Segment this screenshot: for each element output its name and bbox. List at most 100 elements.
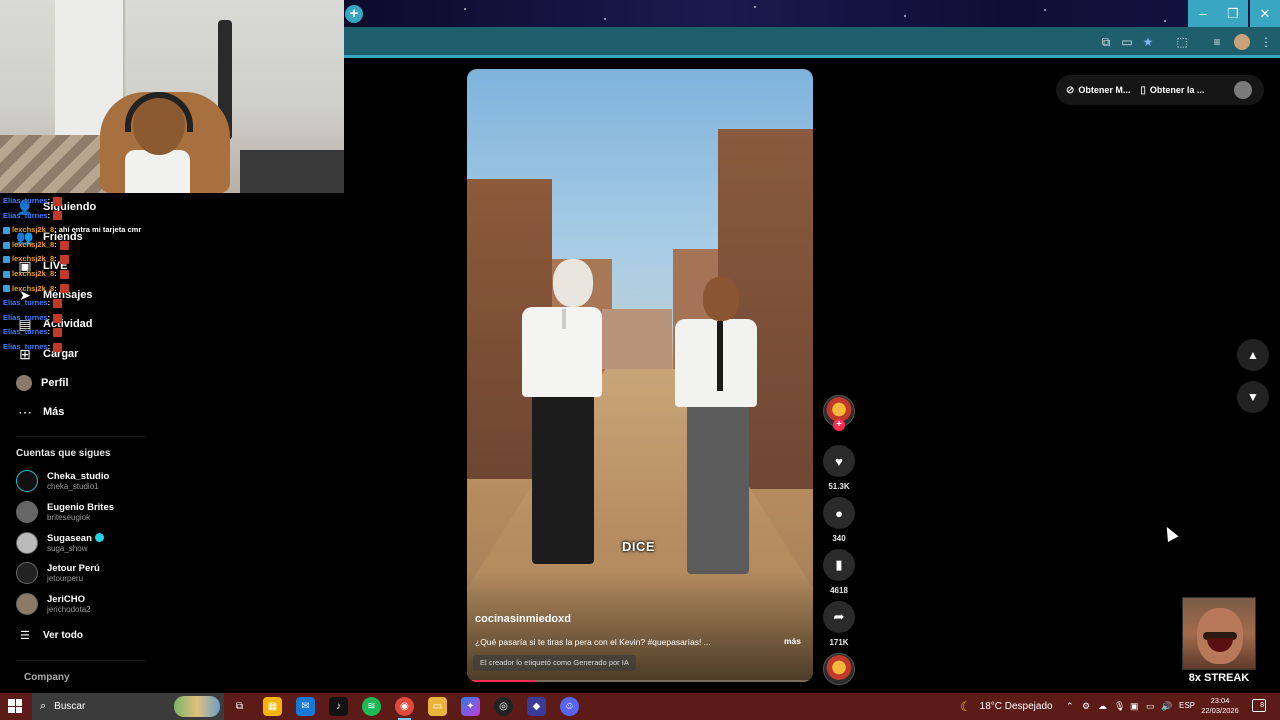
account-item[interactable]: Sugasean suga_show bbox=[16, 530, 104, 556]
get-desktop-app-button[interactable]: ⊘ Obtener M... bbox=[1066, 85, 1130, 96]
chat-message: Elias_turnes: bbox=[3, 209, 141, 224]
clock[interactable]: 23:04 22/03/2026 bbox=[1198, 696, 1242, 716]
bookmark-icon: ▮ bbox=[835, 557, 843, 572]
close-icon: ✕ bbox=[1259, 6, 1271, 21]
user-avatar[interactable] bbox=[1234, 81, 1252, 99]
profile-avatar bbox=[16, 375, 32, 391]
chevron-up-icon: ▲ bbox=[1247, 348, 1259, 362]
spotify-icon[interactable]: ≋ bbox=[362, 697, 381, 716]
network-icon[interactable]: ▭ bbox=[1146, 701, 1155, 712]
minimize-icon: – bbox=[1199, 6, 1207, 21]
account-item[interactable]: JeriCHO jerichodota2 bbox=[16, 591, 91, 617]
video-description: ¿Qué pasaría si te tiras la pera con el … bbox=[475, 637, 711, 647]
chat-message: Elias_turnes: bbox=[3, 311, 141, 326]
chevron-up-icon[interactable]: ⌃ bbox=[1066, 701, 1074, 712]
account-item[interactable]: Jetour Perú jetourperu bbox=[16, 560, 100, 586]
file-explorer-icon[interactable]: ▭ bbox=[428, 697, 447, 716]
divider bbox=[16, 436, 146, 437]
screen: + – ❐ ✕ ⧉ ▭ ★ ⬚ ≡ ⋮ 👤 Siguiendo 👥 Friend… bbox=[0, 0, 1280, 720]
chat-message: Elias_turnes: bbox=[3, 340, 141, 355]
app-icon[interactable]: ◆ bbox=[527, 697, 546, 716]
avatar bbox=[16, 593, 38, 615]
previous-video-button[interactable]: ▲ bbox=[1237, 339, 1269, 371]
profile-icon[interactable] bbox=[1234, 34, 1250, 50]
restore-button[interactable]: ❐ bbox=[1218, 0, 1248, 27]
video-progress-fill bbox=[467, 680, 537, 682]
microphone-icon[interactable]: 🎙 bbox=[1114, 701, 1125, 712]
phone-icon: ▯ bbox=[1140, 84, 1146, 96]
taskbar: ⌕ Buscar ⧉ ▦ ✉ ♪ ≋ ◉ ▭ ✦ ◎ ◆ ☺ ☾ 18°C De… bbox=[0, 693, 1280, 720]
chat-message: lexchsj2k_8: bbox=[3, 267, 141, 282]
chat-message: lexchsj2k_8: bbox=[3, 282, 141, 297]
tray-app-icon[interactable]: ⚙ bbox=[1082, 701, 1090, 712]
share-button[interactable]: ➦ bbox=[823, 601, 855, 633]
video-author[interactable]: cocinasinmiedoxd bbox=[475, 613, 571, 625]
chat-message: lexchsj2k_8: bbox=[3, 252, 141, 267]
chrome-icon[interactable]: ◉ bbox=[395, 697, 414, 720]
store-icon[interactable]: ▦ bbox=[263, 697, 282, 716]
get-mobile-app-button[interactable]: ▯ Obtener la ... bbox=[1140, 85, 1204, 96]
divider bbox=[16, 660, 146, 661]
start-button[interactable] bbox=[8, 699, 22, 713]
ai-generated-label: El creador lo etiquetó como Generado por… bbox=[473, 655, 636, 671]
following-accounts-title: Cuentas que sigues bbox=[16, 448, 111, 459]
chat-message: Elias_turnes: bbox=[3, 296, 141, 311]
tiktok-icon[interactable]: ♪ bbox=[329, 697, 348, 716]
volume-icon[interactable]: 🔊 bbox=[1161, 701, 1172, 712]
close-window-button[interactable]: ✕ bbox=[1250, 0, 1280, 27]
chevron-down-icon: ▼ bbox=[1247, 390, 1259, 404]
task-view-icon[interactable]: ⧉ bbox=[230, 697, 249, 716]
webcam-overlay bbox=[0, 0, 344, 193]
share-count: 171K bbox=[829, 638, 849, 647]
outlook-icon[interactable]: ✉ bbox=[296, 697, 315, 716]
translate-icon[interactable]: ⧉ bbox=[1098, 34, 1114, 50]
avatar bbox=[16, 501, 38, 523]
onedrive-icon[interactable]: ☁ bbox=[1098, 701, 1107, 712]
save-button[interactable]: ▮ bbox=[823, 549, 855, 581]
heart-icon: ♥ bbox=[835, 453, 843, 469]
discord-icon[interactable]: ☺ bbox=[560, 697, 579, 716]
like-count: 51.3K bbox=[828, 482, 850, 491]
restore-icon: ❐ bbox=[1227, 6, 1239, 21]
follow-plus-icon[interactable]: + bbox=[833, 419, 845, 431]
more-button[interactable]: más bbox=[784, 636, 801, 646]
search-highlight-image bbox=[174, 696, 220, 717]
cast-icon[interactable]: ▭ bbox=[1119, 34, 1135, 50]
next-video-button[interactable]: ▼ bbox=[1237, 381, 1269, 413]
video-caption-word: DICE bbox=[622, 539, 656, 554]
menu-icon[interactable]: ⋮ bbox=[1258, 34, 1274, 50]
notification-center-icon[interactable]: 8 bbox=[1252, 699, 1266, 712]
chat-message: lexchsj2k_8: bbox=[3, 238, 141, 253]
comment-count: 340 bbox=[832, 534, 846, 543]
streak-image bbox=[1182, 597, 1256, 670]
see-all-button[interactable]: ☰ Ver todo bbox=[16, 624, 83, 646]
account-item[interactable]: Eugenio Brites briteseugiok bbox=[16, 499, 114, 525]
media-icon[interactable]: ≡ bbox=[1209, 34, 1225, 50]
nav-profile[interactable]: Perfil bbox=[16, 372, 69, 394]
video-progress-bar[interactable] bbox=[467, 680, 813, 682]
taskbar-search[interactable]: ⌕ Buscar bbox=[32, 693, 224, 720]
extensions-icon[interactable]: ⬚ bbox=[1174, 34, 1190, 50]
account-item[interactable]: Cheka_studio cheka_studio1 bbox=[16, 468, 109, 494]
minimize-button[interactable]: – bbox=[1188, 0, 1218, 27]
avatar bbox=[16, 532, 38, 554]
list-icon: ☰ bbox=[20, 629, 30, 642]
avatar bbox=[16, 470, 38, 492]
weather-widget[interactable]: ☾ 18°C Despejado bbox=[960, 693, 1053, 720]
company-link[interactable]: Company bbox=[24, 672, 70, 683]
sound-disc-avatar[interactable] bbox=[823, 653, 855, 685]
save-count: 4618 bbox=[830, 586, 848, 595]
more-icon: ⋯ bbox=[18, 403, 32, 420]
verified-badge-icon bbox=[94, 532, 104, 542]
comment-button[interactable]: ● bbox=[823, 497, 855, 529]
language-indicator[interactable]: ESP bbox=[1179, 701, 1195, 710]
new-tab-button[interactable]: + bbox=[345, 5, 363, 23]
nav-more[interactable]: ⋯ Más bbox=[16, 401, 64, 423]
streak-label: 8x STREAK bbox=[1188, 672, 1250, 684]
bookmark-star-icon[interactable]: ★ bbox=[1140, 34, 1156, 50]
video-player[interactable]: DICE cocinasinmiedoxd ¿Qué pasaría si te… bbox=[467, 69, 813, 682]
copilot-icon[interactable]: ✦ bbox=[461, 697, 480, 716]
obs-icon[interactable]: ◎ bbox=[494, 697, 513, 716]
like-button[interactable]: ♥ bbox=[823, 445, 855, 477]
tray-app-icon[interactable]: ▣ bbox=[1130, 701, 1139, 712]
